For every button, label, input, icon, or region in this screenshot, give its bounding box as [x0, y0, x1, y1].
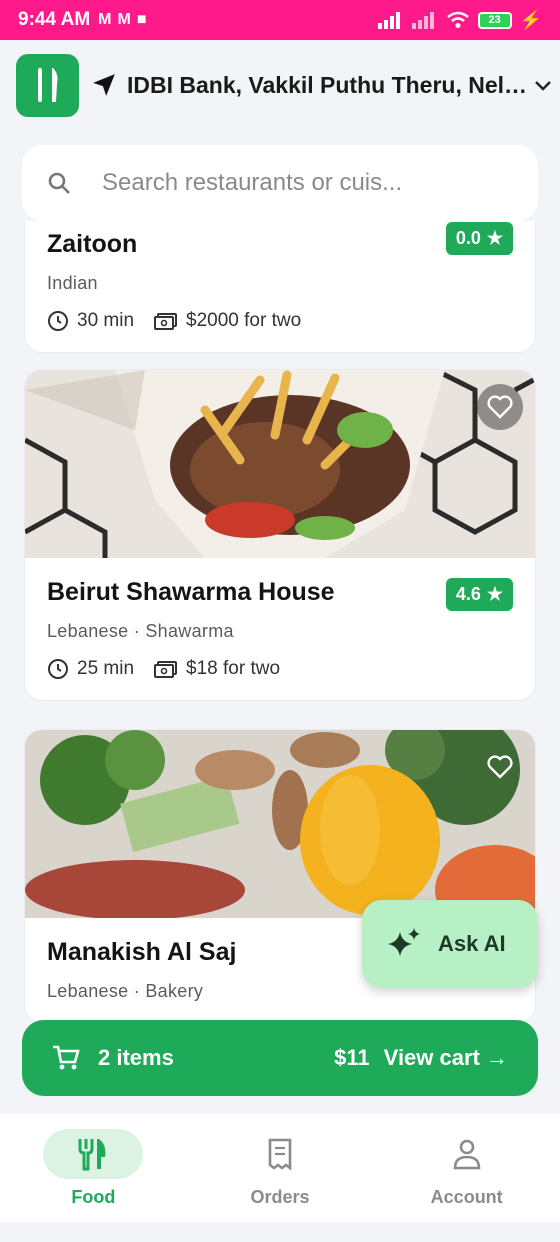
restaurant-name: Zaitoon	[47, 230, 138, 258]
rating-badge: 0.0 ★	[445, 222, 513, 255]
status-bar: 9:44 AM M M ■ 23 ⚡	[0, 0, 560, 40]
restaurant-name: Beirut Shawarma House	[47, 578, 335, 606]
restaurant-cuisine: Indian	[47, 273, 98, 293]
view-cart-bar[interactable]: 2 items $11 View cart →	[22, 1020, 538, 1096]
restaurant-card[interactable]: Beirut Shawarma House 4.6 ★ Lebanese · S…	[24, 369, 536, 701]
heart-icon	[487, 395, 513, 419]
price-for-two: $18 for two	[186, 658, 281, 679]
delivery-location[interactable]: IDBI Bank, Vakkil Puthu Theru, Nelpettai…	[127, 72, 537, 99]
video-icon: ■	[136, 11, 147, 28]
search-input[interactable]	[102, 169, 482, 197]
signal-2-icon	[411, 12, 434, 29]
status-right: 23 ⚡	[377, 9, 542, 31]
shawarma-image	[25, 370, 535, 558]
status-time: 9:44 AM	[18, 9, 91, 30]
search-bar[interactable]	[22, 145, 538, 221]
receipt-icon	[268, 1138, 292, 1171]
person-icon	[453, 1139, 480, 1169]
bottom-navigation: Food Orders Account	[0, 1114, 560, 1222]
restaurant-meta: 25 min $18 for two	[47, 658, 513, 680]
fork-knife-icon	[37, 68, 57, 102]
chevron-down-icon[interactable]	[532, 74, 554, 96]
tab-account-label: Account	[430, 1186, 503, 1207]
tab-orders[interactable]: Orders	[187, 1114, 374, 1222]
star-icon: ★	[486, 584, 503, 604]
tab-food[interactable]: Food	[0, 1114, 187, 1222]
clock-icon	[48, 311, 68, 331]
tab-account[interactable]: Account	[373, 1114, 560, 1222]
navigation-arrow-icon	[93, 74, 115, 96]
delivery-time: 25 min	[77, 658, 135, 679]
price-for-two: $2000 for two	[186, 310, 302, 331]
restaurant-meta: 30 min $2000 for two	[47, 310, 513, 332]
favorite-button[interactable]	[477, 744, 523, 790]
clock-icon	[48, 659, 68, 679]
rating-badge: 4.6 ★	[445, 578, 513, 611]
app-logo[interactable]	[16, 53, 79, 117]
view-cart-label: View cart →	[383, 1045, 508, 1070]
rating-value: 4.6	[455, 584, 481, 604]
cart-icon	[53, 1045, 80, 1070]
signal-icon	[377, 12, 400, 29]
cart-total: $11	[334, 1045, 370, 1070]
sparkle-icon	[388, 928, 420, 956]
cash-icon	[154, 313, 178, 330]
gmail-icon: M	[117, 11, 131, 28]
tab-food-label: Food	[71, 1186, 116, 1207]
battery-icon: 23	[477, 11, 512, 29]
star-icon: ★	[486, 228, 503, 248]
cart-item-count: 2 items	[98, 1045, 174, 1070]
app-header: IDBI Bank, Vakkil Puthu Theru, Nelpettai…	[0, 40, 560, 130]
ask-ai-label: Ask AI	[438, 931, 506, 956]
charging-icon: ⚡	[519, 9, 542, 30]
restaurant-card[interactable]: Zaitoon 0.0 ★ Indian 30 min $2000 for tw…	[24, 221, 536, 353]
delivery-time: 30 min	[77, 310, 135, 331]
restaurant-cuisine: Lebanese · Shawarma	[47, 621, 234, 641]
wifi-icon	[446, 11, 469, 28]
fork-knife-icon	[78, 1138, 106, 1170]
ask-ai-button[interactable]: Ask AI	[362, 900, 538, 988]
search-icon	[48, 172, 70, 194]
system-navigation-area	[0, 1222, 560, 1242]
heart-icon	[487, 755, 513, 779]
vegetables-image	[25, 730, 535, 918]
tab-orders-label: Orders	[250, 1186, 310, 1207]
notification-icons: M M ■	[98, 11, 146, 29]
gmail-icon: M	[98, 11, 112, 28]
favorite-button[interactable]	[477, 384, 523, 430]
cash-icon	[154, 661, 178, 678]
rating-value: 0.0	[455, 228, 481, 248]
